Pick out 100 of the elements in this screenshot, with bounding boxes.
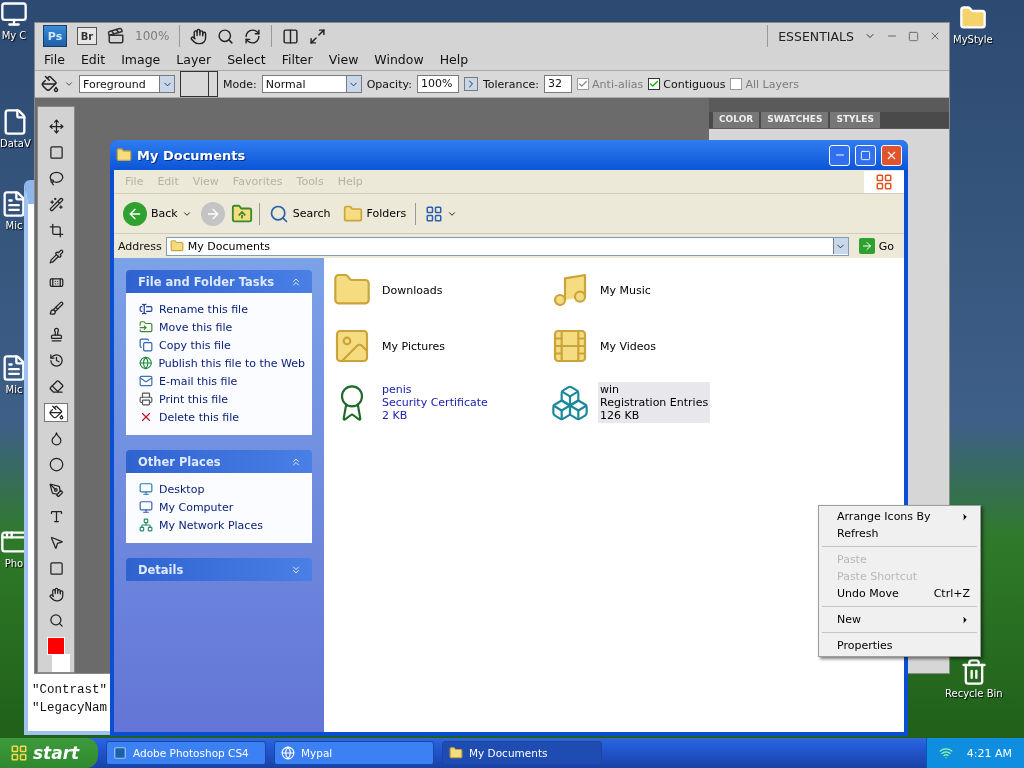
bandage-icon[interactable] bbox=[48, 275, 64, 290]
menu-item[interactable]: Window bbox=[367, 52, 433, 68]
globe-icon bbox=[281, 746, 295, 760]
taskbar-button[interactable]: Adobe Photoshop CS4 bbox=[106, 741, 266, 765]
stamp-icon[interactable] bbox=[48, 327, 64, 342]
desktop-icon-label[interactable]: Mic bbox=[5, 220, 23, 231]
folder-up-icon[interactable] bbox=[230, 202, 253, 225]
desktop-icon-label[interactable]: Pho bbox=[4, 558, 24, 569]
task-link[interactable]: Print this file bbox=[139, 392, 305, 406]
close-button[interactable] bbox=[881, 144, 902, 166]
file-label[interactable]: My Music bbox=[598, 282, 653, 298]
mode-dropdown[interactable]: Normal bbox=[261, 75, 362, 93]
paint-bucket-icon[interactable] bbox=[48, 405, 64, 420]
menu-item[interactable]: View bbox=[321, 52, 368, 68]
screen-mode-icon[interactable] bbox=[309, 27, 327, 45]
file-label[interactable]: Downloads bbox=[380, 282, 445, 298]
opacity-field[interactable]: 100% bbox=[416, 75, 459, 93]
task-link[interactable]: My Computer bbox=[139, 500, 305, 514]
arrow-button[interactable] bbox=[463, 77, 478, 91]
pen-icon[interactable] bbox=[48, 483, 64, 498]
zoom-icon[interactable] bbox=[48, 613, 64, 628]
menu-item[interactable]: Properties bbox=[821, 637, 978, 654]
foreground-color-swatch[interactable] bbox=[47, 637, 65, 655]
menu-item[interactable]: Layer bbox=[169, 52, 221, 68]
menu-item[interactable]: Arrange Icons By bbox=[821, 508, 978, 525]
start-button[interactable]: start bbox=[0, 738, 98, 768]
back-button[interactable]: Back bbox=[120, 199, 195, 228]
zoom-icon[interactable] bbox=[217, 27, 235, 45]
search-button[interactable]: Search bbox=[265, 201, 334, 226]
maximize-button[interactable] bbox=[855, 144, 876, 166]
tolerance-field[interactable]: 32 bbox=[544, 75, 573, 93]
folder-arrow-icon bbox=[139, 320, 153, 334]
panel-tab[interactable]: SWATCHES bbox=[761, 112, 829, 128]
task-link[interactable]: Publish this file to the Web bbox=[139, 356, 305, 370]
background-color-swatch[interactable] bbox=[52, 654, 70, 672]
menu-item[interactable]: Edit bbox=[73, 52, 115, 68]
caret-icon[interactable] bbox=[64, 79, 74, 89]
envelope-icon bbox=[139, 374, 153, 388]
workspace-switcher[interactable]: ESSENTIALS bbox=[778, 28, 854, 44]
file-label[interactable]: My Pictures bbox=[380, 338, 448, 354]
address-field[interactable]: My Documents bbox=[165, 236, 849, 256]
desktop-icon-label[interactable]: MyStyle bbox=[953, 34, 993, 45]
go-button[interactable]: Go bbox=[852, 238, 900, 254]
file-label[interactable]: My Videos bbox=[598, 338, 659, 354]
brush-icon[interactable] bbox=[48, 301, 64, 316]
menu-item[interactable]: Filter bbox=[274, 52, 322, 68]
eraser-icon[interactable] bbox=[48, 379, 64, 394]
eyedropper-icon[interactable] bbox=[48, 249, 64, 264]
section-header[interactable]: Details bbox=[126, 558, 312, 581]
panel-tab[interactable]: STYLES bbox=[830, 112, 880, 128]
task-link[interactable]: Desktop bbox=[139, 482, 305, 496]
task-link[interactable]: Delete this file bbox=[139, 410, 305, 424]
hand-icon[interactable] bbox=[48, 587, 64, 602]
desktop-icon-label[interactable]: Recycle Bin bbox=[945, 688, 1003, 699]
lasso-icon[interactable] bbox=[48, 171, 64, 186]
menu-item[interactable]: File bbox=[37, 52, 74, 68]
folder-icon bbox=[342, 203, 363, 224]
rectangle-icon[interactable] bbox=[48, 561, 64, 576]
task-link[interactable]: E-mail this file bbox=[139, 374, 305, 388]
pattern-swatch[interactable] bbox=[180, 71, 218, 97]
checkbox[interactable] bbox=[648, 78, 661, 90]
drop-icon[interactable] bbox=[48, 431, 64, 446]
minimize-button[interactable] bbox=[829, 144, 850, 166]
history-brush-icon[interactable] bbox=[48, 353, 64, 368]
panel-tab[interactable]: COLOR bbox=[713, 112, 760, 128]
section-header[interactable]: Other Places bbox=[126, 450, 312, 473]
desktop-icon-label[interactable]: DataV bbox=[0, 138, 31, 149]
paint-bucket-icon[interactable] bbox=[41, 75, 59, 93]
maximize-icon[interactable] bbox=[908, 30, 919, 42]
menu-item[interactable]: Select bbox=[220, 52, 275, 68]
wand-icon[interactable] bbox=[48, 197, 64, 212]
file-label[interactable]: win Registration Entries 126 KB bbox=[598, 382, 711, 423]
desktop-icon-label[interactable]: My C bbox=[1, 30, 27, 41]
taskbar-button[interactable]: Mypal bbox=[274, 741, 434, 765]
network-icon[interactable] bbox=[938, 746, 953, 760]
type-icon[interactable] bbox=[48, 509, 64, 524]
pointer-icon[interactable] bbox=[48, 535, 64, 550]
menu-item[interactable]: Help bbox=[432, 52, 478, 68]
crop-icon[interactable] bbox=[48, 223, 64, 238]
task-link[interactable]: My Network Places bbox=[139, 518, 305, 532]
fill-source-dropdown[interactable]: Foreground bbox=[79, 75, 175, 93]
section-header[interactable]: File and Folder Tasks bbox=[126, 270, 312, 293]
hand-icon[interactable] bbox=[190, 27, 208, 45]
menu-item[interactable]: Undo Move Ctrl+Z bbox=[821, 585, 978, 602]
film-icon[interactable] bbox=[107, 27, 125, 46]
rotate-icon[interactable] bbox=[244, 27, 262, 45]
marquee-icon[interactable] bbox=[48, 145, 64, 160]
move-icon[interactable] bbox=[48, 119, 64, 134]
arrange-icon[interactable] bbox=[282, 27, 300, 45]
folders-button[interactable]: Folders bbox=[339, 201, 410, 226]
task-link[interactable]: Rename this file bbox=[139, 302, 305, 316]
menu-item[interactable]: New bbox=[821, 611, 978, 628]
desktop-icon-label[interactable]: Mic bbox=[5, 384, 23, 395]
menu-item[interactable]: Image bbox=[114, 52, 170, 68]
taskbar-button[interactable]: My Documents bbox=[442, 741, 602, 765]
menu-item[interactable]: Refresh bbox=[821, 525, 978, 542]
task-link[interactable]: Move this file bbox=[139, 320, 305, 334]
file-label[interactable]: penis Security Certificate 2 KB bbox=[380, 382, 490, 423]
bridge-button[interactable]: Br bbox=[77, 27, 97, 46]
task-link[interactable]: Copy this file bbox=[139, 338, 305, 352]
